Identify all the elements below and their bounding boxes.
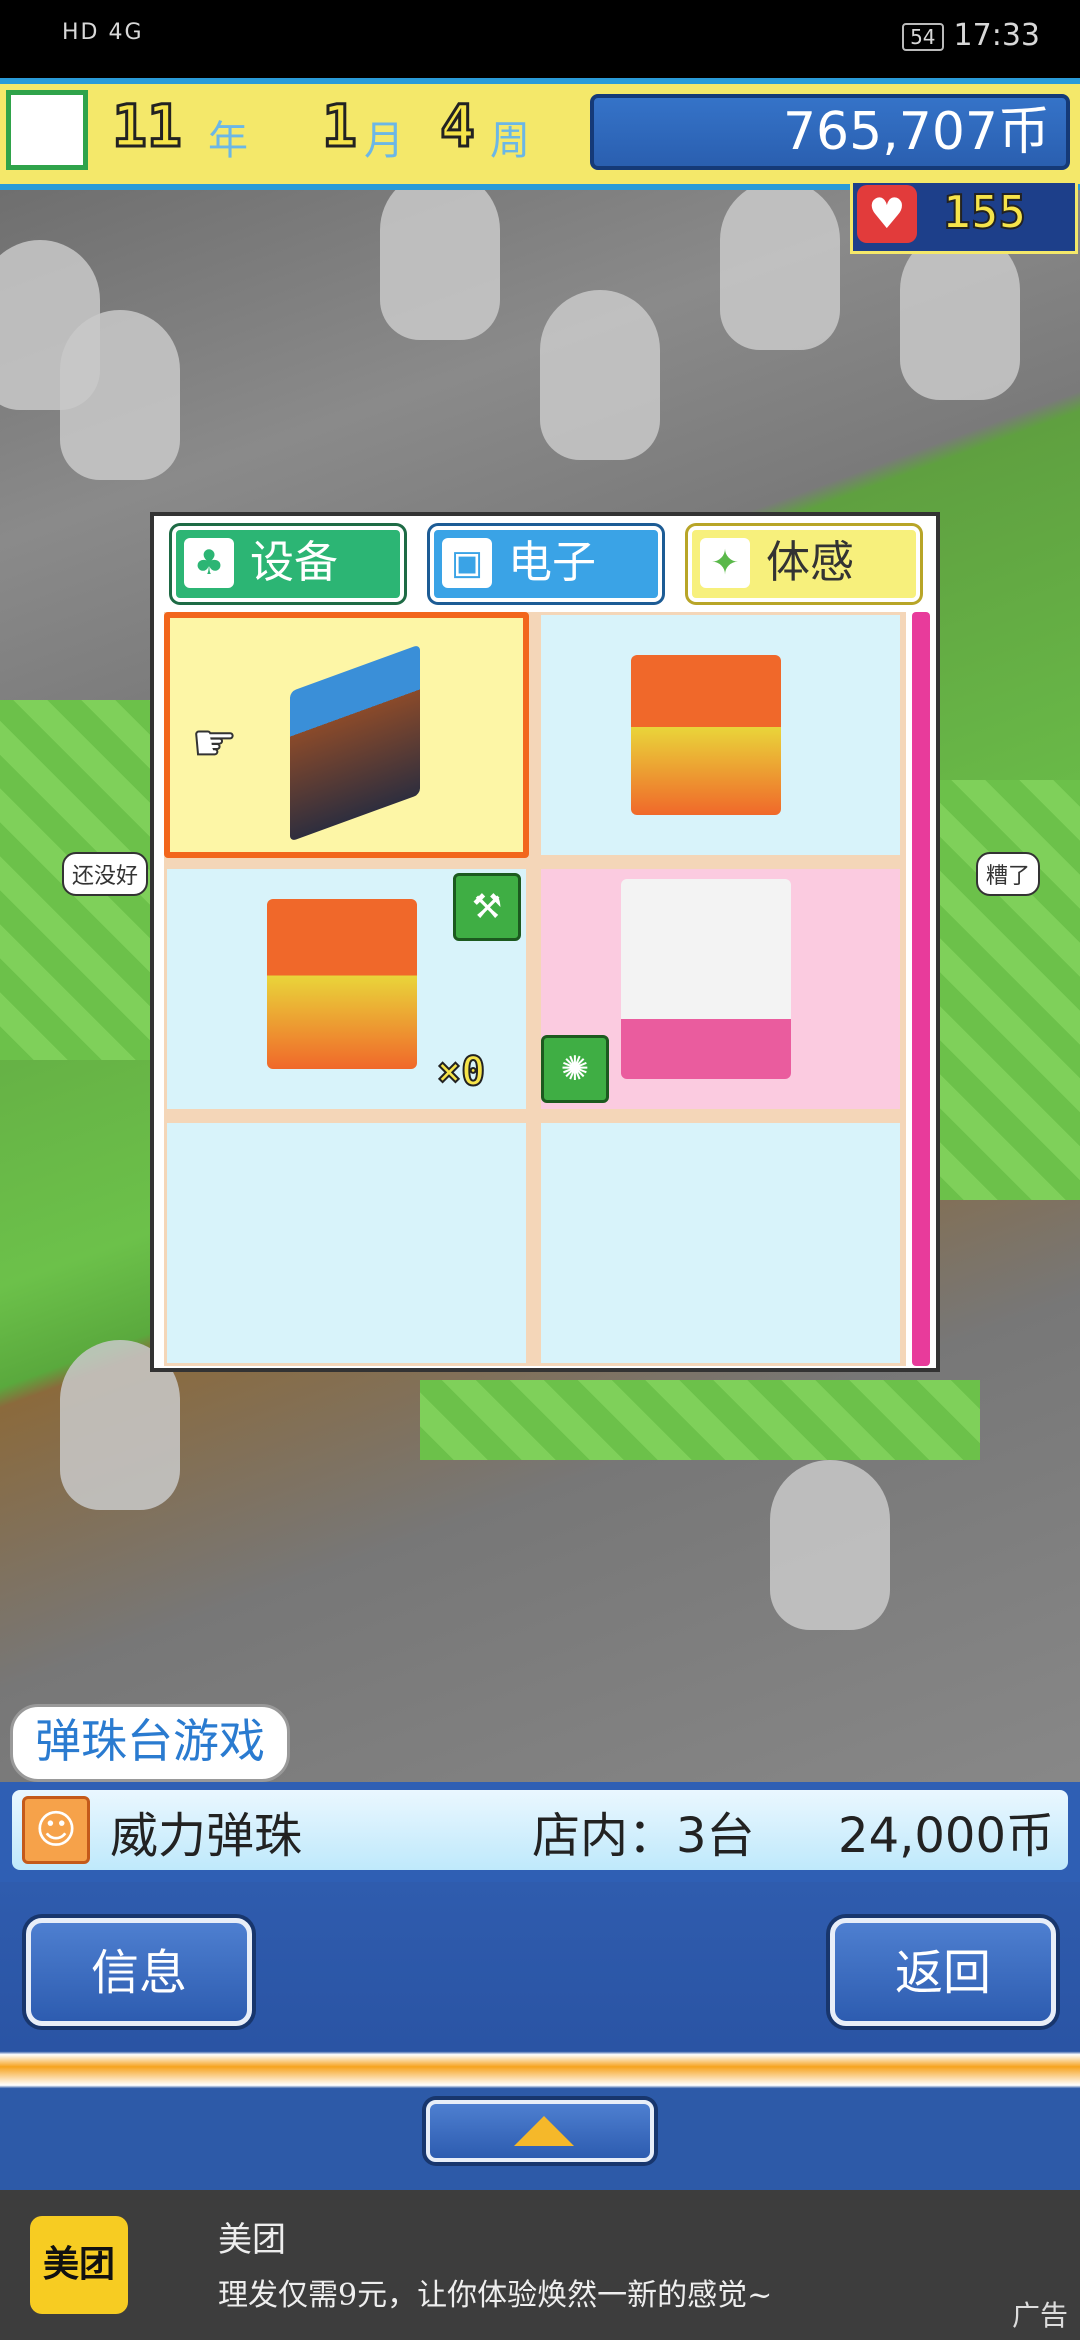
- item-price: 24,000币: [838, 1808, 1054, 1864]
- item-slot-crane[interactable]: ✺: [538, 866, 903, 1112]
- computer-icon: ▣: [442, 538, 492, 588]
- tree: [380, 180, 500, 340]
- item-panel: ♣ 设备 ▣ 电子 ✦ 体感 ☛ ⚒ ×0 ✺: [150, 512, 940, 1372]
- item-slot-pinball[interactable]: ☛: [164, 612, 529, 858]
- clock: 17:33: [953, 18, 1040, 53]
- tree: [900, 230, 1020, 400]
- crane-game-machine-icon: [621, 879, 791, 1079]
- item-count: ×0: [436, 1048, 486, 1096]
- year-value: 11: [111, 91, 184, 162]
- wrench-icon: ⚒: [453, 873, 521, 941]
- item-slot-empty[interactable]: [538, 1120, 903, 1366]
- tab-label: 体感: [766, 537, 854, 588]
- meituan-logo: 美团: [30, 2216, 128, 2314]
- hearts-display: ♥ 155: [850, 180, 1078, 254]
- item-info-inner: ☺ 威力弹珠 店内：3台 24,000币: [12, 1790, 1068, 1870]
- item-stock: 店内：3台: [532, 1808, 755, 1864]
- month-unit: 月: [364, 118, 404, 164]
- speech-bubble: 糟了: [976, 852, 1041, 896]
- info-button[interactable]: 信息: [26, 1918, 252, 2026]
- motion-icon: ✦: [700, 538, 750, 588]
- hearts-value: 155: [942, 184, 1027, 240]
- ad-description: 理发仅需9元，让你体验焕然一新的感觉~: [218, 2278, 773, 2313]
- heart-icon: ♥: [857, 185, 917, 243]
- week-value: 4: [439, 91, 477, 162]
- back-button[interactable]: 返回: [830, 1918, 1056, 2026]
- bottom-controls: 信息 返回: [0, 1882, 1080, 2190]
- arrow-up-icon: [514, 2116, 574, 2146]
- tab-motion[interactable]: ✦ 体感: [688, 526, 920, 602]
- whack-a-mole-machine-icon: [267, 899, 417, 1069]
- ad-label: 广告: [1011, 2299, 1068, 2332]
- item-info-bar: ☺ 威力弹珠 店内：3台 24,000币: [0, 1782, 1080, 1882]
- money-display: 765,707币: [590, 94, 1070, 170]
- whack-a-mole-machine-icon: [631, 655, 781, 815]
- week-unit: 周: [490, 118, 530, 164]
- crab-icon: ✺: [541, 1035, 609, 1103]
- season-icon[interactable]: [6, 90, 88, 170]
- tab-label: 电子: [508, 537, 596, 588]
- item-name: 威力弹珠: [110, 1808, 303, 1864]
- tree: [720, 180, 840, 350]
- speech-bubble: 还没好: [62, 852, 149, 896]
- battery-icon: 54: [902, 22, 944, 51]
- bench-icon: ♣: [184, 538, 234, 588]
- top-hud: 11 年 1 月 4 周 765,707币: [0, 78, 1080, 190]
- ad-title: 美团: [218, 2220, 286, 2260]
- tab-electronic[interactable]: ▣ 电子: [430, 526, 662, 602]
- item-grid: ☛ ⚒ ×0 ✺: [164, 612, 906, 1366]
- tree: [60, 310, 180, 480]
- tree: [540, 290, 660, 460]
- floor-tiles: [420, 1380, 980, 1460]
- status-right: 54 17:33: [902, 18, 1040, 53]
- pinball-machine-icon: [290, 644, 420, 842]
- tree: [770, 1460, 890, 1630]
- category-caption: 弹珠台游戏: [10, 1704, 290, 1782]
- floor-tiles: [930, 780, 1080, 1200]
- tab-label: 设备: [250, 537, 338, 588]
- expand-button[interactable]: [426, 2100, 654, 2162]
- status-bar: HD 4G 54 17:33: [0, 0, 1080, 78]
- item-slot-empty[interactable]: [164, 1120, 529, 1366]
- year-unit: 年: [208, 118, 248, 164]
- month-value: 1: [321, 91, 359, 162]
- network-indicator: HD 4G: [62, 20, 144, 45]
- staff-icon: ☺: [22, 1796, 90, 1864]
- item-slot-whack-2[interactable]: ⚒ ×0: [164, 866, 529, 1112]
- ad-banner[interactable]: 美团 美团 理发仅需9元，让你体验焕然一新的感觉~ 广告: [0, 2190, 1080, 2340]
- panel-scrollbar[interactable]: [912, 612, 930, 1366]
- tab-equipment[interactable]: ♣ 设备: [172, 526, 404, 602]
- pointer-hand-icon: ☛: [191, 713, 238, 773]
- item-slot-whack[interactable]: [538, 612, 903, 858]
